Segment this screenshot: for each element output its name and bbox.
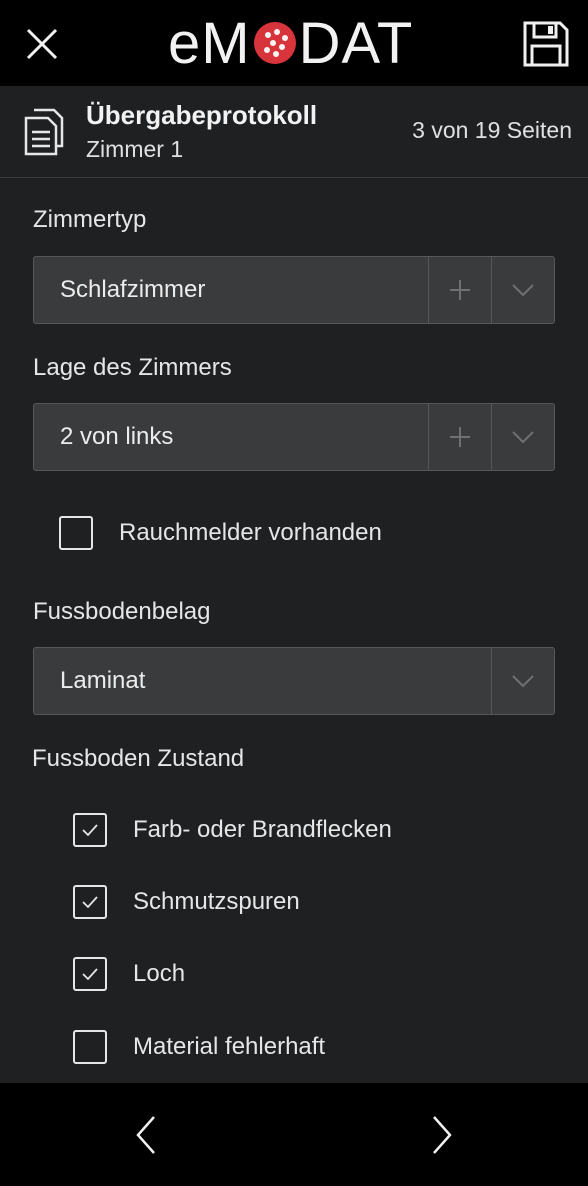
save-button[interactable] bbox=[520, 18, 572, 70]
floor-condition-option-label: Loch bbox=[133, 960, 186, 987]
floor-covering-dropdown-button[interactable] bbox=[491, 648, 554, 714]
chevron-down-icon bbox=[512, 431, 534, 444]
floor-condition-option[interactable]: Material fehlerhaft bbox=[73, 1030, 325, 1064]
room-type-add-button[interactable] bbox=[428, 257, 491, 323]
floor-covering-select[interactable]: Laminat bbox=[33, 647, 555, 715]
page-title: Übergabeprotokoll bbox=[86, 100, 318, 130]
document-header: Übergabeprotokoll Zimmer 1 3 von 19 Seit… bbox=[0, 86, 588, 178]
floor-condition-option-label: Schmutzspuren bbox=[133, 888, 300, 915]
floor-condition-option[interactable]: Schmutzspuren bbox=[73, 885, 300, 919]
page-count: 3 von 19 Seiten bbox=[412, 117, 572, 143]
smoke-detector-label: Rauchmelder vorhanden bbox=[119, 519, 382, 546]
chevron-down-icon bbox=[512, 675, 534, 688]
floor-condition-checkbox[interactable] bbox=[73, 1030, 107, 1064]
document-icon bbox=[24, 108, 64, 156]
room-type-select[interactable]: Schlafzimmer bbox=[33, 256, 555, 324]
room-position-dropdown-button[interactable] bbox=[491, 404, 554, 470]
floor-condition-option[interactable]: Loch bbox=[73, 957, 185, 991]
smoke-detector-option[interactable]: Rauchmelder vorhanden bbox=[59, 516, 382, 550]
page-subtitle: Zimmer 1 bbox=[86, 136, 184, 162]
floor-condition-option[interactable]: Farb- oder Brandflecken bbox=[73, 813, 392, 847]
room-type-label: Zimmertyp bbox=[33, 206, 147, 233]
chevron-down-icon bbox=[512, 284, 534, 297]
floor-covering-value[interactable]: Laminat bbox=[34, 648, 491, 714]
checkmark-icon bbox=[82, 824, 98, 837]
room-position-add-button[interactable] bbox=[428, 404, 491, 470]
close-icon bbox=[26, 28, 58, 60]
room-position-value[interactable]: 2 von links bbox=[34, 404, 428, 470]
app-logo: eM DAT bbox=[168, 8, 413, 78]
floor-covering-label: Fussbodenbelag bbox=[33, 598, 211, 625]
room-position-select[interactable]: 2 von links bbox=[33, 403, 555, 471]
logo-dice-icon bbox=[253, 22, 296, 64]
floor-condition-label: Fussboden Zustand bbox=[32, 745, 245, 772]
floor-condition-option-label: Material fehlerhaft bbox=[133, 1033, 326, 1060]
checkmark-icon bbox=[82, 896, 98, 909]
plus-icon bbox=[450, 427, 470, 447]
floor-condition-checkbox[interactable] bbox=[73, 885, 107, 919]
floppy-disk-icon bbox=[523, 21, 569, 67]
smoke-detector-checkbox[interactable] bbox=[59, 516, 93, 550]
floor-condition-option-label: Farb- oder Brandflecken bbox=[133, 816, 392, 843]
top-bar: eM DAT bbox=[0, 0, 588, 86]
bottom-navigation bbox=[0, 1083, 588, 1186]
next-page-button[interactable] bbox=[418, 1113, 462, 1157]
floor-condition-checkbox[interactable] bbox=[73, 813, 107, 847]
logo-text-right: DAT bbox=[298, 10, 414, 76]
plus-icon bbox=[450, 280, 470, 300]
chevron-right-icon bbox=[433, 1116, 452, 1154]
logo-text-left: eM bbox=[168, 10, 251, 76]
floor-condition-checkbox[interactable] bbox=[73, 957, 107, 991]
checkmark-icon bbox=[82, 968, 98, 981]
room-type-value[interactable]: Schlafzimmer bbox=[34, 257, 428, 323]
room-position-label: Lage des Zimmers bbox=[33, 354, 232, 381]
chevron-left-icon bbox=[136, 1116, 155, 1154]
room-type-dropdown-button[interactable] bbox=[491, 257, 554, 323]
previous-page-button[interactable] bbox=[126, 1113, 170, 1157]
close-button[interactable] bbox=[22, 24, 62, 64]
